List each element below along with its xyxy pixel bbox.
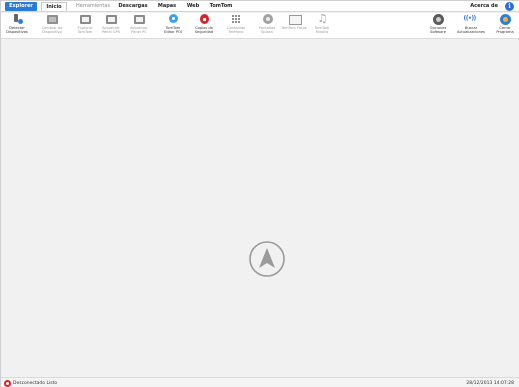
explore-tomtom-label: Explorar TomTom [77, 26, 93, 35]
update-gps-panel-button[interactable]: Actualizar Panel GPS [98, 14, 124, 38]
poi-editor-label: TomTom Editor POI [164, 26, 182, 35]
tomtom-music-button[interactable]: TomTom Música [309, 12, 335, 38]
menu-descargas[interactable]: Descargas [116, 2, 150, 11]
update-gps-panel-label: Actualizar Panel GPS [101, 26, 121, 35]
menu-mapas[interactable]: Mapas [155, 2, 179, 11]
tomtom-photos-button[interactable]: TomTom Fotos [281, 14, 307, 38]
menu-bar: Explorer Inicio Herramientas Descargas M… [1, 1, 519, 12]
phone-contacts-label: Contactos Teléfono [226, 26, 246, 35]
menu-tomtom[interactable]: TomTom [207, 2, 235, 11]
menu-herramientas[interactable]: Herramientas [73, 2, 113, 11]
check-updates-label: Buscar Actualizaciones [457, 26, 485, 35]
explore-screen-icon [79, 14, 91, 25]
backup-button[interactable]: Copias de Seguridad [191, 14, 217, 38]
change-device-label: Cambiar de Dispositivo [41, 26, 63, 35]
detect-devices-label: Detectar Dispositivos [6, 26, 28, 35]
detect-devices-button[interactable]: Detectar Dispositivos [4, 14, 30, 38]
explore-tomtom-button[interactable]: Explorar TomTom [72, 14, 98, 38]
photo-icon [288, 14, 302, 25]
connection-status: Desconectado Listo [13, 381, 58, 386]
splash-disc-icon [262, 14, 273, 25]
device-icon [46, 14, 58, 25]
lock-icon [199, 14, 210, 25]
backup-label: Copias de Seguridad [194, 26, 214, 35]
software-options-button[interactable]: Opciones Software [425, 14, 451, 38]
update-pc-panel-label: Actualizar Panel PC [130, 26, 148, 35]
change-device-button[interactable]: Cambiar de Dispositivo [39, 14, 65, 38]
detect-device-icon [12, 14, 23, 25]
about-menu[interactable]: Acerca de [470, 2, 498, 11]
toolbar: Detectar Dispositivos Cambiar de Disposi… [1, 12, 519, 39]
main-content [2, 40, 519, 377]
close-program-label: Cerrar Programa [496, 26, 514, 35]
poi-editor-button[interactable]: TomTom Editor POI [160, 14, 186, 38]
menu-explorer[interactable]: Explorer [5, 2, 37, 11]
update-pc-panel-button[interactable]: Actualizar Panel PC [126, 14, 152, 38]
software-options-label: Opciones Software [429, 26, 447, 35]
menu-web[interactable]: Web [184, 2, 202, 11]
tomtom-photos-label: TomTom Fotos [281, 26, 307, 30]
tomtom-logo-icon [249, 241, 285, 277]
close-program-icon [499, 14, 511, 25]
splash-screens-label: Pantallas Splash [258, 26, 276, 35]
status-bar: Desconectado Listo 28/12/2013 14:07:28 [1, 377, 519, 387]
info-icon[interactable]: i [505, 2, 514, 11]
poi-icon [168, 14, 179, 25]
gear-icon [432, 14, 444, 25]
contacts-grid-icon [231, 14, 242, 25]
splash-screens-button[interactable]: Pantallas Splash [254, 14, 280, 38]
app-window: Explorer Inicio Herramientas Descargas M… [0, 0, 519, 387]
disconnected-status-icon [4, 380, 11, 387]
status-datetime: 28/12/2013 14:07:28 [466, 381, 514, 386]
pc-panel-icon [133, 14, 145, 25]
close-program-button[interactable]: Cerrar Programa [492, 14, 518, 38]
updates-signal-icon [464, 14, 477, 25]
tomtom-music-label: TomTom Música [314, 26, 330, 35]
gps-panel-icon [105, 14, 117, 25]
check-updates-button[interactable]: Buscar Actualizaciones [456, 14, 486, 38]
phone-contacts-button[interactable]: Contactos Teléfono [223, 14, 249, 38]
menu-inicio[interactable]: Inicio [41, 2, 67, 11]
music-icon [317, 12, 328, 25]
